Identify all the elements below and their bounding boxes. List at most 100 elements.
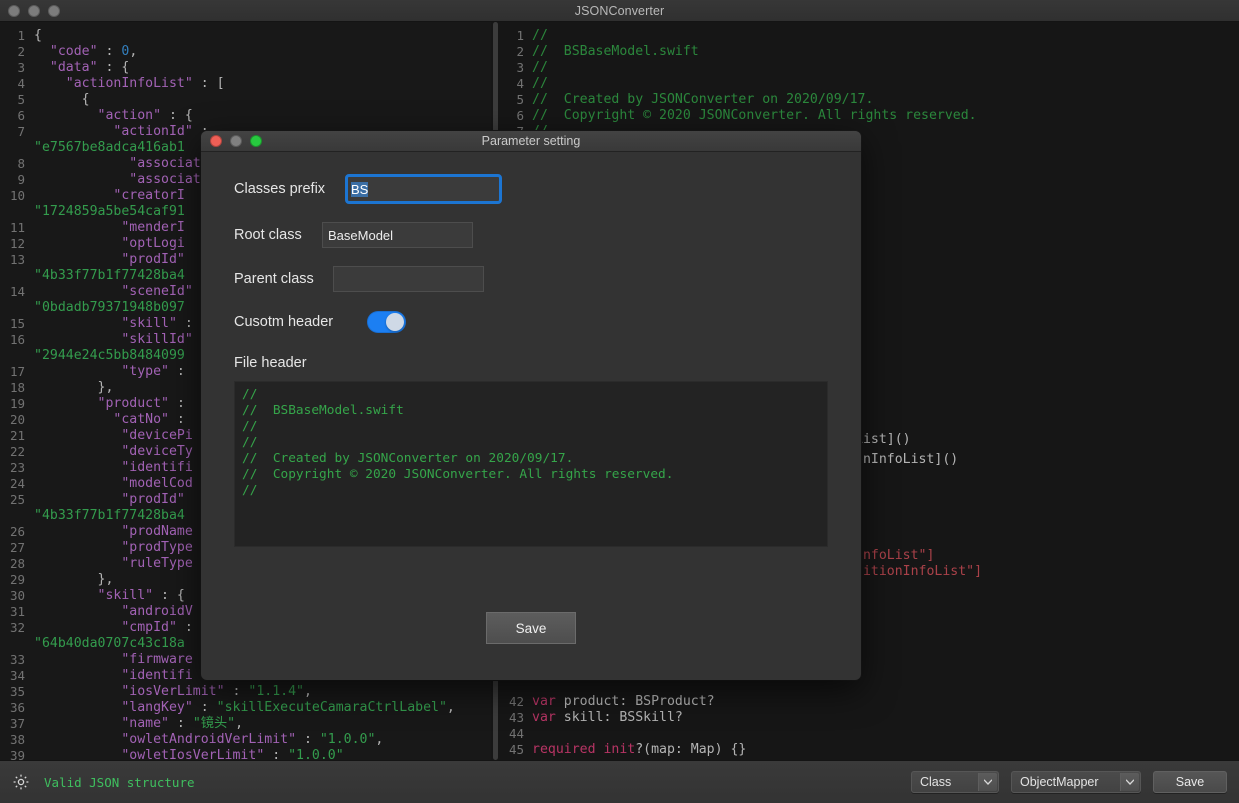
code-line: 3//: [500, 60, 1239, 76]
code-line: 39 "owletIosVerLimit" : "1.0.0": [0, 748, 491, 760]
class-type-select-value: Class: [920, 775, 951, 789]
dialog-titlebar: Parameter setting: [201, 131, 861, 152]
window-title: JSONConverter: [0, 4, 1239, 18]
line-number: 1: [0, 28, 34, 44]
line-number: 37: [0, 716, 34, 732]
code-fragment: onInfoList](): [855, 452, 958, 468]
root-class-value: BaseModel: [328, 228, 393, 243]
line-number: 33: [0, 652, 34, 668]
line-number: 5: [0, 92, 34, 108]
save-file-button[interactable]: Save: [1153, 771, 1227, 793]
line-number: 36: [0, 700, 34, 716]
line-number: 13: [0, 252, 34, 268]
dialog-save-row: Save: [201, 612, 861, 644]
line-number: 38: [0, 732, 34, 748]
line-number: 23: [0, 460, 34, 476]
line-number: 5: [500, 92, 532, 108]
mapper-library-select-value: ObjectMapper: [1020, 775, 1099, 789]
code-line: 2// BSBaseModel.swift: [500, 44, 1239, 60]
line-text: "data" : {: [34, 60, 491, 76]
line-text: "code" : 0,: [34, 44, 491, 60]
code-line: 6// Copyright © 2020 JSONConverter. All …: [500, 108, 1239, 124]
line-text: "actionInfoList" : [: [34, 76, 491, 92]
line-number: 26: [0, 524, 34, 540]
line-number: 6: [0, 108, 34, 124]
status-bar: Valid JSON structure Class ObjectMapper …: [0, 760, 1239, 803]
code-line: 36 "langKey" : "skillExecuteCamaraCtrlLa…: [0, 700, 491, 716]
line-text: //: [532, 76, 1239, 92]
code-line: 46: [500, 758, 1239, 760]
line-number: 24: [0, 476, 34, 492]
custom-header-row: Cusotm header: [234, 311, 835, 333]
line-number: 17: [0, 364, 34, 380]
code-line: 1{: [0, 28, 491, 44]
line-number: 34: [0, 668, 34, 684]
application-window: JSONConverter 1{2 "code" : 0,3 "data" : …: [0, 0, 1239, 803]
line-text: required init?(map: Map) {}: [532, 742, 1239, 758]
root-class-row: Root class BaseModel: [234, 222, 835, 248]
line-text: "owletAndroidVerLimit" : "1.0.0",: [34, 732, 491, 748]
line-number: 7: [0, 124, 34, 140]
dialog-save-button[interactable]: Save: [486, 612, 576, 644]
classes-prefix-input[interactable]: BS: [345, 174, 502, 204]
parent-class-label: Parent class: [234, 271, 321, 287]
line-text: // Created by JSONConverter on 2020/09/1…: [532, 92, 1239, 108]
code-fragment: List](): [855, 432, 911, 448]
line-number: 29: [0, 572, 34, 588]
line-number: 9: [0, 172, 34, 188]
line-number: 46: [500, 758, 532, 760]
mapper-library-select[interactable]: ObjectMapper: [1011, 771, 1141, 793]
line-number: 4: [0, 76, 34, 92]
file-header-label: File header: [234, 355, 835, 371]
line-text: "owletIosVerLimit" : "1.0.0": [34, 748, 491, 760]
custom-header-toggle[interactable]: [367, 311, 406, 333]
line-text: var skill: BSSkill?: [532, 710, 1239, 726]
dialog-title: Parameter setting: [201, 134, 861, 148]
root-class-input[interactable]: BaseModel: [322, 222, 473, 248]
code-line: 4 "actionInfoList" : [: [0, 76, 491, 92]
parent-class-row: Parent class: [234, 266, 835, 292]
chevron-down-icon: [978, 773, 997, 791]
line-text: "langKey" : "skillExecuteCamaraCtrlLabel…: [34, 700, 491, 716]
code-line: 5// Created by JSONConverter on 2020/09/…: [500, 92, 1239, 108]
code-line: 4//: [500, 76, 1239, 92]
code-line: 3 "data" : {: [0, 60, 491, 76]
line-text: "action" : {: [34, 108, 491, 124]
line-text: var product: BSProduct?: [532, 694, 1239, 710]
line-text: {: [34, 28, 491, 44]
code-line: 35 "iosVerLimit" : "1.1.4",: [0, 684, 491, 700]
gear-icon[interactable]: [12, 773, 30, 791]
line-number: 31: [0, 604, 34, 620]
classes-prefix-row: Classes prefix BS: [234, 174, 835, 204]
line-number: 22: [0, 444, 34, 460]
file-header-textarea[interactable]: // // BSBaseModel.swift // // // Created…: [234, 381, 828, 547]
line-text: // BSBaseModel.swift: [532, 44, 1239, 60]
line-number: 10: [0, 188, 34, 204]
line-number: 18: [0, 380, 34, 396]
line-number: 45: [500, 742, 532, 758]
line-number: 28: [0, 556, 34, 572]
code-editor-bottom-lines[interactable]: 42 var product: BSProduct?43 var skill: …: [500, 694, 1239, 760]
classes-prefix-value: BS: [351, 182, 368, 197]
code-line: 38 "owletAndroidVerLimit" : "1.0.0",: [0, 732, 491, 748]
parent-class-input[interactable]: [333, 266, 484, 292]
code-line: 2 "code" : 0,: [0, 44, 491, 60]
line-text: "iosVerLimit" : "1.1.4",: [34, 684, 491, 700]
code-line: 44: [500, 726, 1239, 742]
line-number: 42: [500, 694, 532, 710]
line-number: 20: [0, 412, 34, 428]
line-number: 25: [0, 492, 34, 508]
line-number: 27: [0, 540, 34, 556]
line-number: 6: [500, 108, 532, 124]
classes-prefix-label: Classes prefix: [234, 181, 334, 197]
class-type-select[interactable]: Class: [911, 771, 999, 793]
line-text: {: [34, 92, 491, 108]
line-number: 32: [0, 620, 34, 636]
code-fragment: InfoList"]: [855, 548, 934, 564]
code-editor-lines[interactable]: 1//2// BSBaseModel.swift3//4//5// Create…: [500, 22, 1239, 140]
window-titlebar: JSONConverter: [0, 0, 1239, 22]
line-number: 1: [500, 28, 532, 44]
line-number: 44: [500, 726, 532, 742]
code-line: 1//: [500, 28, 1239, 44]
line-number: 39: [0, 748, 34, 760]
